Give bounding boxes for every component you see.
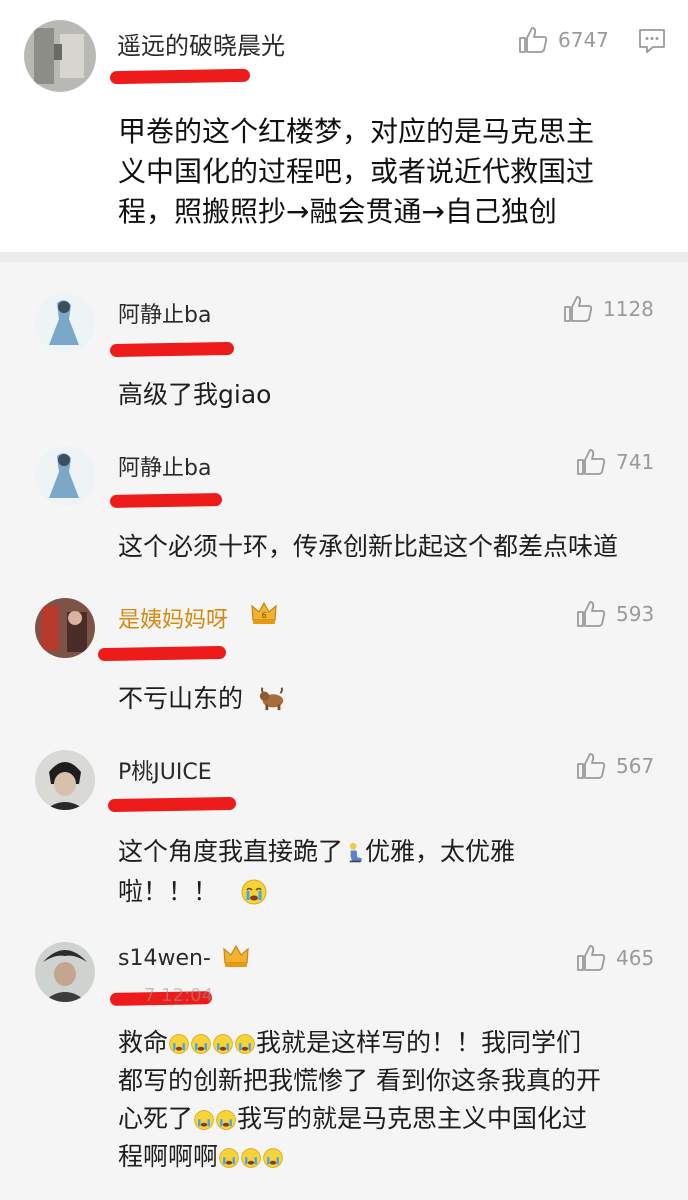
text-line: 优雅，太优雅: [365, 837, 516, 866]
crying-emoji: [263, 1148, 283, 1168]
username[interactable]: 是姨妈妈呀: [118, 602, 228, 634]
text-line: 救命: [118, 1028, 169, 1057]
comment-text: 甲卷的这个红楼梦，对应的是马克思主 义中国化的过程吧，或者说近代救国过 程，照搬…: [118, 112, 594, 232]
svg-text:6: 6: [261, 611, 266, 620]
text-line: 我写的就是马克思主义中国化过: [237, 1104, 588, 1133]
like-count: 6747: [558, 28, 609, 52]
thumbs-up-icon: [577, 449, 606, 475]
text-line: 啦！！！: [118, 877, 219, 906]
like-button[interactable]: 1128: [563, 295, 654, 323]
text-line: 心死了: [118, 1104, 194, 1133]
crown-badge-icon: 6: [250, 600, 278, 630]
comment-text: 这个角度我直接跪了 优雅，太优雅 啦！！！: [118, 832, 515, 912]
like-count: 465: [616, 946, 655, 970]
thumbs-up-icon: [577, 753, 606, 779]
crying-emoji: [216, 1110, 236, 1130]
username[interactable]: s14wen-: [118, 946, 211, 971]
thumbs-up-icon: [577, 945, 606, 971]
comment-text: 不亏山东的: [118, 680, 287, 718]
divider: [0, 252, 688, 262]
avatar[interactable]: [35, 942, 95, 1002]
crying-emoji: [169, 1034, 189, 1054]
redaction-mark: [97, 645, 227, 662]
like-count: 593: [616, 602, 655, 626]
username[interactable]: 阿静止ba: [118, 450, 211, 482]
crying-emoji: [219, 1148, 239, 1168]
avatar[interactable]: [35, 598, 95, 658]
like-button[interactable]: 741: [576, 448, 654, 476]
like-button[interactable]: 6747: [518, 26, 609, 54]
username[interactable]: P桃JUICE: [118, 754, 212, 786]
like-count: 741: [616, 450, 655, 474]
like-button[interactable]: 593: [576, 600, 654, 628]
redaction-mark: [109, 341, 235, 358]
like-count: 1128: [603, 297, 654, 321]
comment-text: 高级了我giao: [118, 376, 271, 414]
text-line: 程啊啊啊: [118, 1142, 219, 1171]
comment-text: 这个必须十环，传承创新比起这个都差点味道: [118, 528, 618, 566]
avatar[interactable]: [35, 750, 95, 810]
redaction-mark: [107, 796, 237, 813]
text-line: 我就是这样写的！！我同学们: [256, 1028, 582, 1057]
text-line: 这个必须十环，传承创新比起这个都差点味道: [118, 532, 619, 561]
ox-emoji: [259, 687, 284, 711]
crying-emoji: [191, 1034, 211, 1054]
crown-badge-icon: [222, 943, 250, 973]
thumbs-up-icon: [564, 296, 593, 322]
text-line: 义中国化的过程吧，或者说近代救国过: [118, 155, 595, 188]
crying-emoji: [235, 1034, 255, 1054]
text-line: 不亏山东的: [118, 684, 244, 713]
text-line: 都写的创新把我慌惨了 看到你这条我真的开: [118, 1066, 601, 1095]
timestamp: 7 12:04: [144, 985, 214, 1006]
like-button[interactable]: 567: [576, 752, 654, 780]
username[interactable]: 阿静止ba: [118, 297, 211, 329]
text-line: 甲卷的这个红楼梦，对应的是马克思主: [118, 115, 595, 148]
redaction-mark: [109, 493, 223, 508]
crying-emoji: [213, 1034, 233, 1054]
like-button[interactable]: 465: [576, 944, 654, 972]
username[interactable]: 遥远的破晓晨光: [117, 26, 285, 61]
crying-emoji: [241, 879, 267, 905]
like-count: 567: [616, 754, 655, 778]
redaction-mark: [109, 68, 251, 85]
text-line: 高级了我giao: [118, 380, 272, 409]
avatar[interactable]: [24, 20, 96, 92]
thumbs-up-icon: [577, 601, 606, 627]
comment-icon[interactable]: [638, 28, 666, 58]
text-line: 这个角度我直接跪了: [118, 837, 344, 866]
thumbs-up-icon: [519, 27, 548, 53]
avatar[interactable]: [35, 446, 95, 506]
comment-text: 救命 我就是这样写的！！我同学们 都写的创新把我慌惨了 看到你这条我真的开 心死了…: [118, 1024, 601, 1176]
kneeling-emoji: [349, 842, 362, 863]
crying-emoji: [194, 1110, 214, 1130]
crying-emoji: [241, 1148, 261, 1168]
top-comment: 遥远的破晓晨光 6747 甲卷的这个红楼梦，对应的是马克思主 义中国化的过程吧，…: [0, 0, 688, 252]
text-line: 程，照搬照抄→融会贯通→自己独创: [118, 195, 557, 228]
avatar[interactable]: [35, 293, 95, 353]
